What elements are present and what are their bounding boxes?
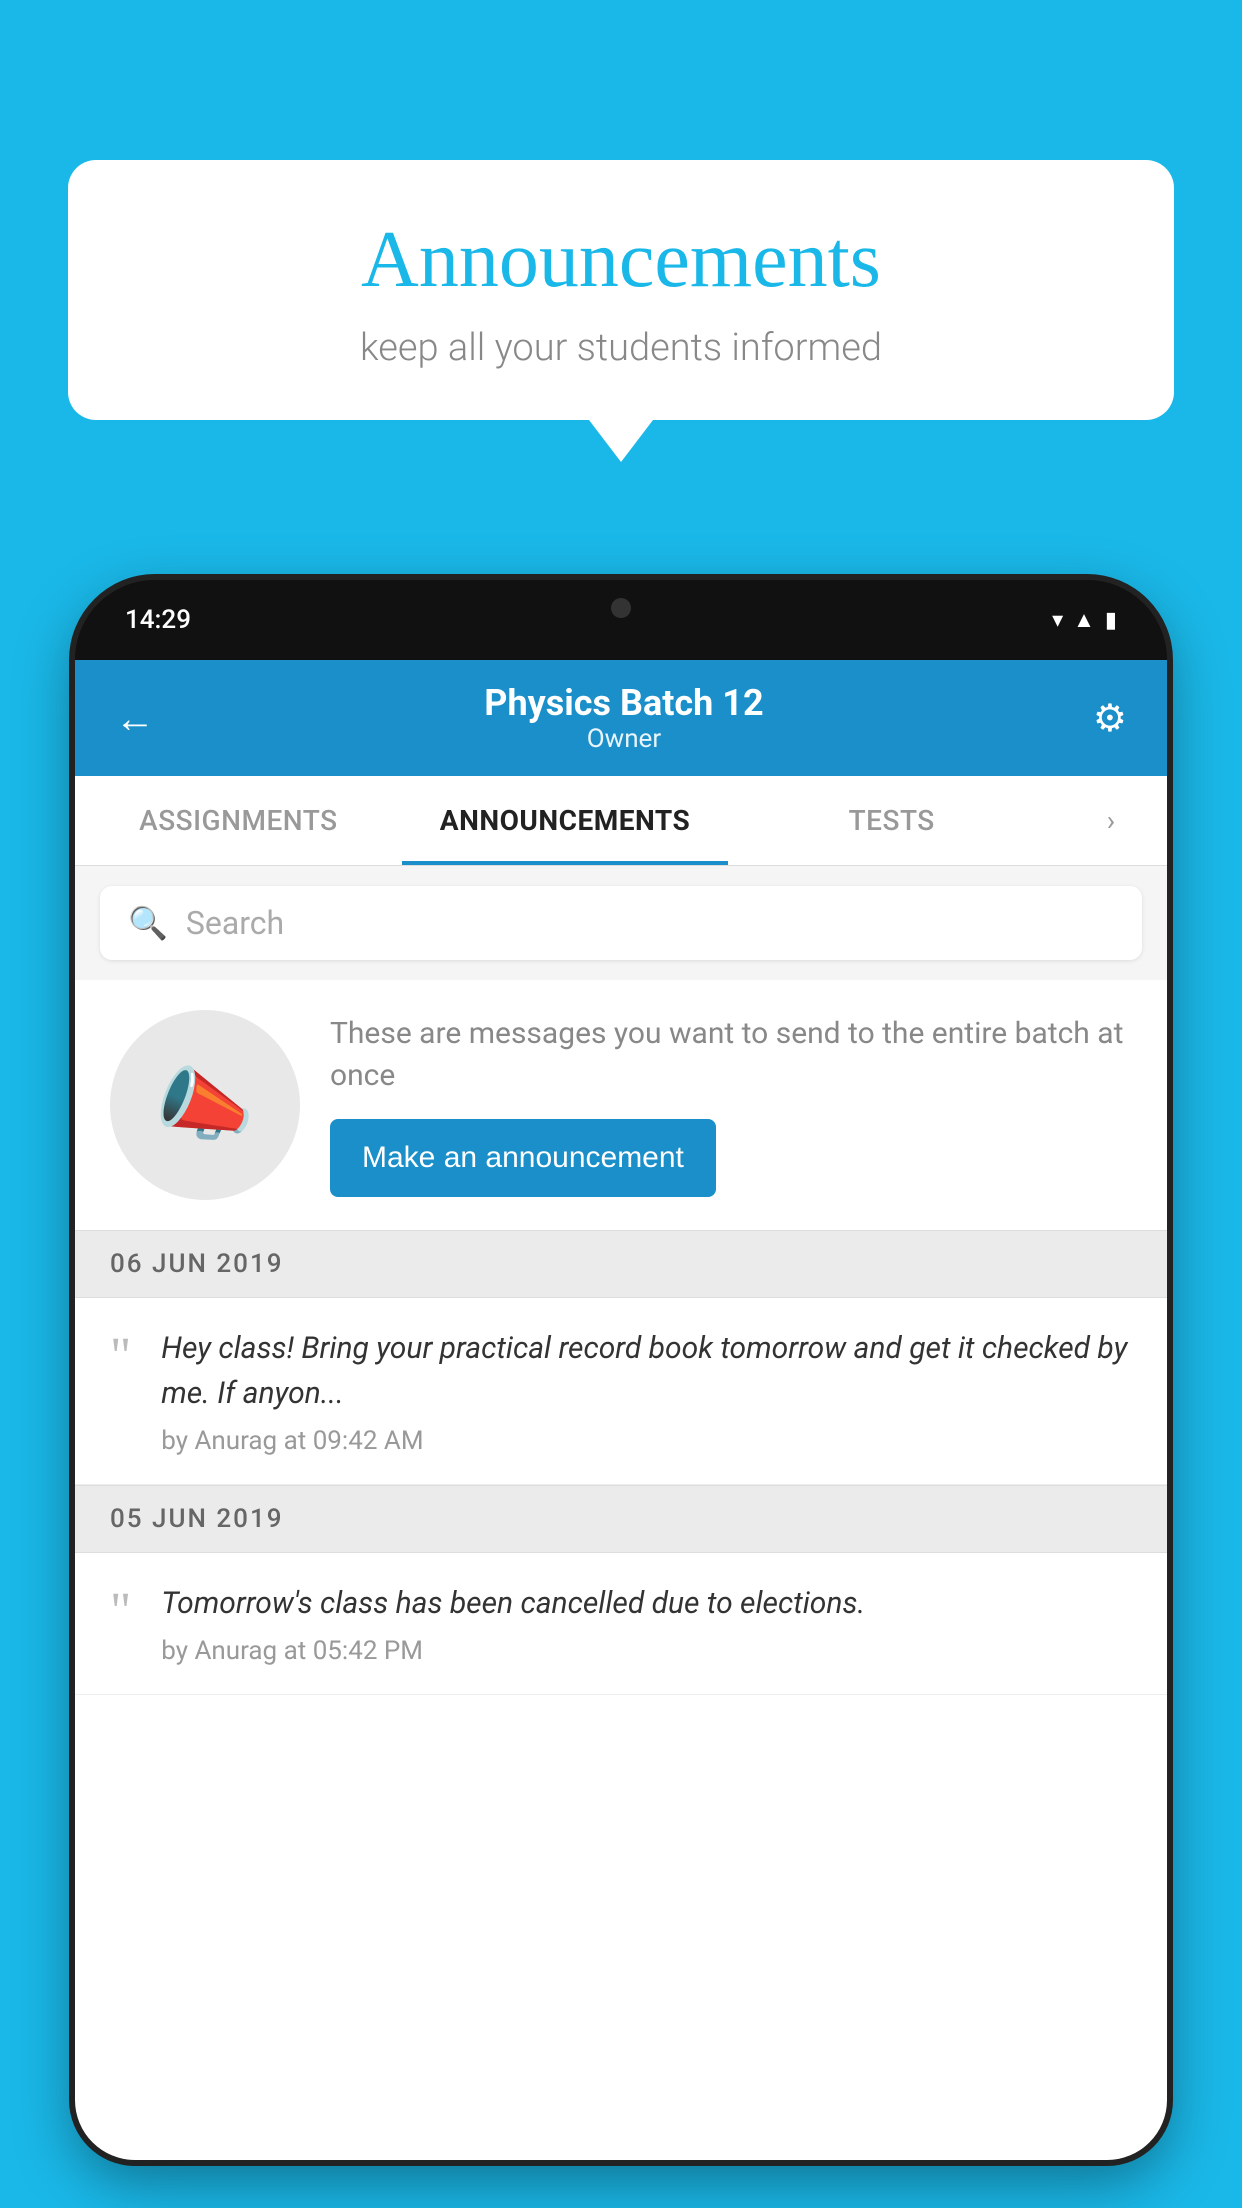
battery-icon: ▮ [1105,608,1117,633]
date-separator-2: 05 JUN 2019 [75,1485,1167,1553]
promo-right: These are messages you want to send to t… [330,1013,1132,1197]
phone-container: 14:29 ▾ ▲ ▮ ← Physics Batch 12 Owner ⚙ [75,580,1167,2208]
tab-assignments[interactable]: ASSIGNMENTS [75,776,402,865]
search-box[interactable]: 🔍 Search [100,886,1142,960]
announcement-item-2[interactable]: " Tomorrow's class has been cancelled du… [75,1553,1167,1695]
tabs-container: ASSIGNMENTS ANNOUNCEMENTS TESTS › [75,776,1167,866]
make-announcement-button[interactable]: Make an announcement [330,1119,716,1197]
megaphone-icon: 📣 [155,1058,255,1152]
announcement-text-1: Hey class! Bring your practical record b… [161,1326,1132,1416]
phone-notch [541,580,701,635]
quote-icon-2: " [110,1586,131,1638]
speech-bubble-subtitle: keep all your students informed [128,326,1114,370]
tab-tests[interactable]: TESTS [728,776,1055,865]
status-icons: ▾ ▲ ▮ [1052,607,1117,633]
speech-bubble-container: Announcements keep all your students inf… [68,160,1174,462]
announcement-icon-circle: 📣 [110,1010,300,1200]
tab-more[interactable]: › [1055,776,1167,865]
app-header: ← Physics Batch 12 Owner ⚙ [75,660,1167,776]
search-icon: 🔍 [128,904,168,942]
status-bar: 14:29 ▾ ▲ ▮ [75,580,1167,660]
page-subtitle: Owner [155,724,1093,754]
promo-description: These are messages you want to send to t… [330,1013,1132,1097]
search-container: 🔍 Search [75,866,1167,980]
announcement-meta-2: by Anurag at 05:42 PM [161,1636,1132,1666]
phone-frame: 14:29 ▾ ▲ ▮ ← Physics Batch 12 Owner ⚙ [75,580,1167,2160]
tab-announcements[interactable]: ANNOUNCEMENTS [402,776,729,865]
search-input[interactable]: Search [186,904,284,942]
front-camera [611,598,631,618]
promo-section: 📣 These are messages you want to send to… [75,980,1167,1230]
date-separator-1: 06 JUN 2019 [75,1230,1167,1298]
wifi-icon: ▾ [1052,608,1063,633]
header-title-block: Physics Batch 12 Owner [155,682,1093,754]
announcement-meta-1: by Anurag at 09:42 AM [161,1426,1132,1456]
speech-bubble: Announcements keep all your students inf… [68,160,1174,420]
announcement-item-1[interactable]: " Hey class! Bring your practical record… [75,1298,1167,1485]
app-screen: ← Physics Batch 12 Owner ⚙ ASSIGNMENTS A… [75,660,1167,2160]
announcement-content-1: Hey class! Bring your practical record b… [161,1326,1132,1456]
speech-bubble-arrow [589,420,653,462]
announcement-text-2: Tomorrow's class has been cancelled due … [161,1581,1132,1626]
signal-icon: ▲ [1073,607,1095,633]
speech-bubble-title: Announcements [128,215,1114,306]
status-time: 14:29 [125,605,191,635]
page-title: Physics Batch 12 [155,682,1093,724]
back-button[interactable]: ← [115,695,155,742]
settings-icon[interactable]: ⚙ [1093,696,1127,741]
announcement-content-2: Tomorrow's class has been cancelled due … [161,1581,1132,1666]
quote-icon-1: " [110,1331,131,1383]
